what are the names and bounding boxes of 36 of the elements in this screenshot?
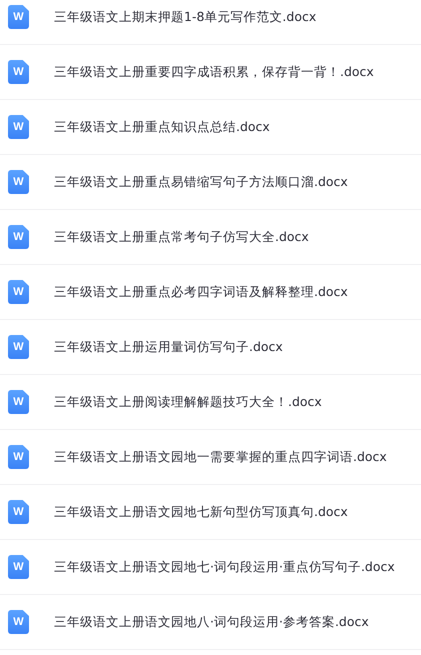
file-row[interactable]: W 三年级语文上册语文园地八·词句段运用·参考答案.docx xyxy=(0,595,421,650)
word-document-icon: W xyxy=(8,225,29,249)
file-row[interactable]: W 三年级语文上册重点知识点总结.docx xyxy=(0,100,421,155)
word-document-icon: W xyxy=(8,610,29,634)
word-document-icon: W xyxy=(8,445,29,469)
word-document-icon: W xyxy=(8,555,29,579)
file-row[interactable]: W 三年级语文上册语文园地一需要掌握的重点四字词语.docx xyxy=(0,430,421,485)
file-name: 三年级语文上册语文园地七新句型仿写顶真句.docx xyxy=(54,504,348,520)
word-document-icon: W xyxy=(8,390,29,414)
file-row[interactable]: W 三年级语文上册阅读理解解题技巧大全！.docx xyxy=(0,375,421,430)
file-name: 三年级语文上册语文园地八·词句段运用·参考答案.docx xyxy=(54,614,369,630)
word-document-icon: W xyxy=(8,60,29,84)
file-name: 三年级语文上册语文园地七·词句段运用·重点仿写句子.docx xyxy=(54,558,395,576)
file-name: 三年级语文上册重点必考四字词语及解释整理.docx xyxy=(54,284,348,300)
file-name: 三年级语文上册重要四字成语积累，保存背一背！.docx xyxy=(54,64,374,80)
file-row[interactable]: W 三年级语文上期末押题1-8单元写作范文.docx xyxy=(0,0,421,45)
file-name: 三年级语文上册阅读理解解题技巧大全！.docx xyxy=(54,394,322,410)
word-document-icon: W xyxy=(8,280,29,304)
file-row[interactable]: W 三年级语文上册重要四字成语积累，保存背一背！.docx xyxy=(0,45,421,100)
file-name: 三年级语文上册重点易错缩写句子方法顺口溜.docx xyxy=(54,174,348,190)
file-row[interactable]: W 三年级语文上册语文园地七新句型仿写顶真句.docx xyxy=(0,485,421,540)
file-name: 三年级语文上册语文园地一需要掌握的重点四字词语.docx xyxy=(54,448,387,466)
file-name: 三年级语文上册重点知识点总结.docx xyxy=(54,118,270,136)
file-name: 三年级语文上期末押题1-8单元写作范文.docx xyxy=(54,8,316,26)
file-row[interactable]: W 三年级语文上册重点易错缩写句子方法顺口溜.docx xyxy=(0,155,421,210)
word-document-icon: W xyxy=(8,500,29,524)
file-row[interactable]: W 三年级语文上册重点常考句子仿写大全.docx xyxy=(0,210,421,265)
word-document-icon: W xyxy=(8,115,29,139)
file-row[interactable]: W 三年级语文上册重点必考四字词语及解释整理.docx xyxy=(0,265,421,320)
file-row[interactable]: W 三年级语文上册运用量词仿写句子.docx xyxy=(0,320,421,375)
word-document-icon: W xyxy=(8,170,29,194)
file-row[interactable]: W 三年级语文上册语文园地七·词句段运用·重点仿写句子.docx xyxy=(0,540,421,595)
file-name: 三年级语文上册重点常考句子仿写大全.docx xyxy=(54,228,309,246)
file-name: 三年级语文上册运用量词仿写句子.docx xyxy=(54,338,283,356)
word-document-icon: W xyxy=(8,335,29,359)
word-document-icon: W xyxy=(8,5,29,29)
